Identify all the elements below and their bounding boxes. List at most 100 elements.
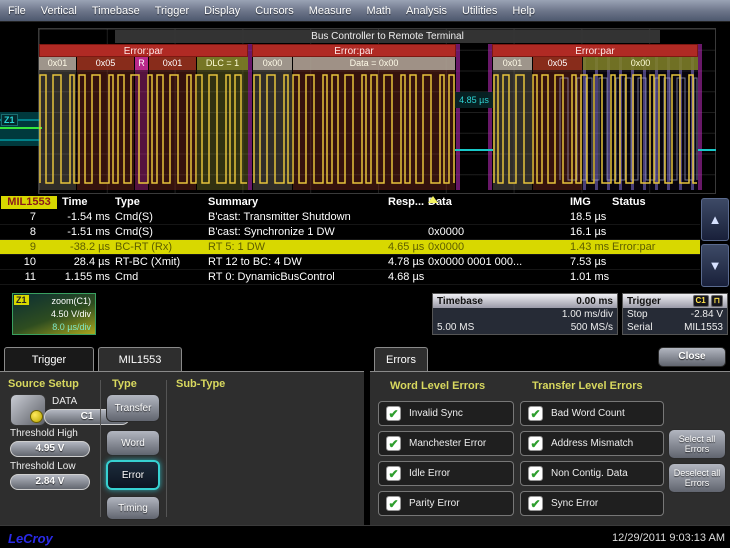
timebase-box[interactable]: Timebase 0.00 ms 1.00 ms/div 5.00 MS 500 M… (432, 293, 618, 335)
trigger-position-icon (428, 196, 438, 203)
type-transfer-button[interactable]: Transfer (106, 394, 160, 422)
table-row-selected[interactable]: 9-38.2 µsBC-RT (Rx)RT 5: 1 DW4.65 µs0x00… (0, 240, 700, 255)
table-row[interactable]: 1028.4 µsRT-BC (Xmit)RT 12 to BC: 4 DW4.… (0, 255, 700, 270)
errors-dialog: Errors Close Word Level Errors ✔ Invalid… (370, 345, 730, 525)
knob-indicator-icon (30, 410, 43, 423)
menu-math[interactable]: Math (367, 5, 391, 17)
checkbox-address-mismatch[interactable]: ✔ Address Mismatch (520, 431, 664, 456)
source-setup-title: Source Setup (8, 378, 79, 390)
tab-trigger[interactable]: Trigger (4, 347, 94, 371)
checkbox-non-contig-data[interactable]: ✔ Non Contig. Data (520, 461, 664, 486)
scroll-up-button[interactable]: ▲ (701, 198, 729, 241)
waveform-area: 0x01 0x05 R 0x01 DLC = 1 0x00 Data = 0x0… (0, 22, 730, 196)
col-summary: Summary (208, 196, 388, 208)
menu-utilities[interactable]: Utilities (462, 5, 497, 17)
info-strip: Z1 zoom(C1) 4.50 V/div 8.0 µs/div Timeba… (0, 288, 730, 345)
deselect-all-errors-button[interactable]: Deselect all Errors (668, 463, 726, 493)
trace-label: Z1 (14, 295, 29, 305)
trigger-title: Trigger (627, 296, 661, 307)
datetime: 12/29/2011 9:03:13 AM (612, 532, 725, 544)
type-title: Type (112, 378, 137, 390)
source-knob-icon[interactable] (10, 394, 46, 426)
menu-cursors[interactable]: Cursors (255, 5, 294, 17)
menu-analysis[interactable]: Analysis (406, 5, 447, 17)
menu-file[interactable]: File (8, 5, 26, 17)
trigger-source-badge: C1 (693, 295, 709, 307)
table-row[interactable]: 8-1.51 msCmd(S)B'cast: Synchronize 1 DW0… (0, 225, 700, 240)
data-label: DATA (52, 396, 77, 407)
subtype-title: Sub-Type (176, 378, 225, 390)
divider (100, 380, 101, 517)
menu-display[interactable]: Display (204, 5, 240, 17)
checkbox-checked-icon: ✔ (528, 406, 543, 421)
threshold-high-field[interactable]: 4.95 V (10, 441, 90, 457)
menu-measure[interactable]: Measure (309, 5, 352, 17)
error-bar: Error:par (492, 44, 698, 57)
checkbox-checked-icon: ✔ (386, 496, 401, 511)
menu-timebase[interactable]: Timebase (92, 5, 140, 17)
threshold-high-label: Threshold High (10, 428, 78, 439)
menu-vertical[interactable]: Vertical (41, 5, 77, 17)
table-row[interactable]: 7-1.54 msCmd(S)B'cast: Transmitter Shutd… (0, 210, 700, 225)
lecroy-logo: LeCroy (8, 531, 53, 546)
timebase-scale: 1.00 ms/div (562, 309, 613, 320)
col-type: Type (115, 196, 207, 208)
checkbox-idle-error[interactable]: ✔ Idle Error (378, 461, 514, 486)
col-status: Status (612, 196, 698, 208)
trigger-type-icon: ⊓ (711, 295, 723, 307)
menu-trigger[interactable]: Trigger (155, 5, 189, 17)
oscilloscope-app: File Vertical Timebase Trigger Display C… (0, 0, 730, 548)
menu-help[interactable]: Help (512, 5, 535, 17)
transfer-title: Bus Controller to Remote Terminal (115, 30, 660, 43)
descriptor-hscale: 8.0 µs/div (52, 322, 91, 332)
checkbox-sync-error[interactable]: ✔ Sync Error (520, 491, 664, 516)
trigger-mode: Stop (627, 309, 648, 320)
trigger-protocol: MIL1553 (684, 322, 723, 333)
down-arrow-icon: ▼ (709, 258, 722, 273)
timebase-samples: 5.00 MS (437, 322, 474, 333)
timebase-offset: 0.00 ms (576, 296, 613, 307)
word-level-title: Word Level Errors (390, 380, 485, 392)
checkbox-invalid-sync[interactable]: ✔ Invalid Sync (378, 401, 514, 426)
col-data: Data (428, 196, 568, 208)
error-bar: Error:par (252, 44, 456, 57)
tab-mil1553[interactable]: MIL1553 (98, 347, 182, 371)
close-button[interactable]: Close (658, 347, 726, 367)
timebase-title: Timebase (437, 296, 483, 307)
gap-time-label: 4.85 µs (455, 92, 493, 108)
divider (166, 380, 167, 517)
table-header: MIL1553 Time Type Summary Resp... Data I… (0, 196, 700, 210)
checkbox-checked-icon: ✔ (528, 436, 543, 451)
decode-table: MIL1553 Time Type Summary Resp... Data I… (0, 196, 730, 288)
errors-dialog-body: Word Level Errors ✔ Invalid Sync ✔ Manch… (370, 371, 730, 525)
zoom-trace-marker[interactable]: Z1 (1, 114, 18, 126)
checkbox-checked-icon: ✔ (386, 406, 401, 421)
trigger-kind: Serial (627, 322, 653, 333)
checkbox-parity-error[interactable]: ✔ Parity Error (378, 491, 514, 516)
threshold-low-label: Threshold Low (10, 461, 76, 472)
trigger-level: -2.84 V (691, 309, 723, 320)
scroll-down-button[interactable]: ▼ (701, 244, 729, 287)
checkbox-checked-icon: ✔ (528, 466, 543, 481)
select-all-errors-button[interactable]: Select all Errors (668, 429, 726, 459)
checkbox-bad-word-count[interactable]: ✔ Bad Word Count (520, 401, 664, 426)
tab-errors[interactable]: Errors (374, 347, 428, 371)
checkbox-checked-icon: ✔ (386, 436, 401, 451)
type-word-button[interactable]: Word (106, 430, 160, 456)
protocol-badge[interactable]: MIL1553 (1, 196, 57, 209)
checkbox-checked-icon: ✔ (528, 496, 543, 511)
zoom-descriptor-box[interactable]: Z1 zoom(C1) 4.50 V/div 8.0 µs/div (12, 293, 96, 335)
type-error-button[interactable]: Error (106, 460, 160, 490)
checkbox-checked-icon: ✔ (386, 466, 401, 481)
menu-bar: File Vertical Timebase Trigger Display C… (0, 0, 730, 22)
transfer-level-title: Transfer Level Errors (532, 380, 643, 392)
mil1553-dialog-body: Source Setup DATA C1 Threshold High 4.95… (0, 371, 364, 525)
threshold-low-field[interactable]: 2.84 V (10, 474, 90, 490)
trigger-box[interactable]: Trigger C1⊓ Stop -2.84 V Serial MIL1553 (622, 293, 728, 335)
checkbox-manchester-error[interactable]: ✔ Manchester Error (378, 431, 514, 456)
table-row[interactable]: 111.155 msCmdRT 0: DynamicBusControl4.68… (0, 270, 700, 285)
descriptor-source: zoom(C1) (51, 296, 91, 306)
up-arrow-icon: ▲ (709, 212, 722, 227)
type-timing-button[interactable]: Timing (106, 496, 160, 520)
timebase-rate: 500 MS/s (571, 322, 613, 333)
